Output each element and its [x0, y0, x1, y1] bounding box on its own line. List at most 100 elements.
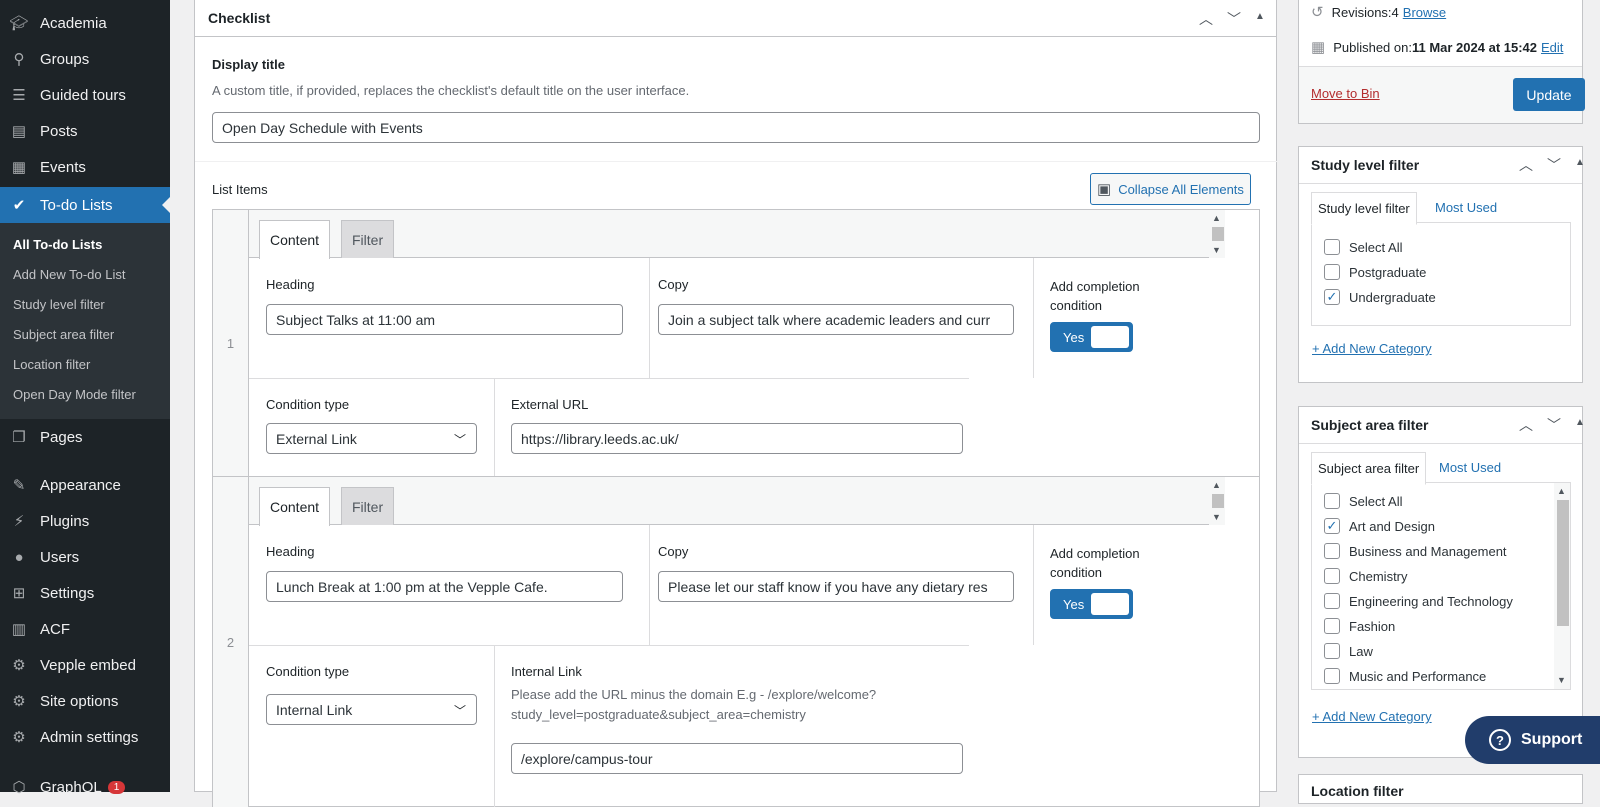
- scroll-up-icon[interactable]: ▲: [1212, 213, 1221, 223]
- scroll-down-icon[interactable]: ▼: [1557, 675, 1566, 685]
- completion-toggle[interactable]: Yes: [1050, 589, 1133, 619]
- scroll-up-icon[interactable]: ▲: [1557, 486, 1566, 496]
- tab-content[interactable]: Content: [259, 487, 331, 526]
- submenu-open-day-mode[interactable]: Open Day Mode filter: [13, 387, 136, 402]
- submenu-location[interactable]: Location filter: [13, 357, 90, 372]
- sidebar-item-plugins[interactable]: ⚡︎ Plugins: [0, 503, 170, 539]
- row-number[interactable]: 2: [213, 477, 249, 807]
- checkbox[interactable]: [1324, 593, 1340, 609]
- row-number[interactable]: 1: [213, 210, 249, 476]
- sidebar-item-appearance[interactable]: ✎ Appearance: [0, 467, 170, 503]
- move-to-bin-link[interactable]: Move to Bin: [1311, 86, 1380, 101]
- subject-area-scrollbar[interactable]: ▲ ▼: [1554, 483, 1570, 689]
- heading-input[interactable]: Subject Talks at 11:00 am: [266, 304, 623, 335]
- sidebar-item-acf[interactable]: ▥ ACF: [0, 611, 170, 647]
- sidebar-item-vepple-embed[interactable]: ⚙ Vepple embed: [0, 647, 170, 683]
- copy-input[interactable]: Join a subject talk where academic leade…: [658, 304, 1014, 335]
- sidebar-item-graphql[interactable]: ⬡ GraphQL 1: [0, 769, 170, 805]
- plug-icon: ⚡︎: [13, 513, 25, 530]
- scroll-thumb[interactable]: [1212, 494, 1224, 508]
- external-url-input[interactable]: https://library.leeds.ac.uk/: [511, 423, 963, 454]
- checkbox[interactable]: [1324, 568, 1340, 584]
- subject-area-box: Subject area filter ︿ ﹀ ▲ Subject area f…: [1298, 406, 1585, 758]
- graphql-icon: ⬡: [12, 779, 26, 796]
- scroll-thumb[interactable]: [1212, 227, 1224, 241]
- browse-link[interactable]: Browse: [1403, 5, 1446, 20]
- toggle-knob: [1091, 593, 1129, 615]
- scroll-up-icon[interactable]: ▲: [1212, 480, 1221, 490]
- scroll-down-icon[interactable]: ▼: [1212, 512, 1221, 522]
- checkbox-business[interactable]: Business and Management: [1324, 543, 1507, 559]
- sidebar-item-todo-lists[interactable]: ✔ To-do Lists: [0, 187, 170, 223]
- row-scrollbar[interactable]: ▲ ▼: [1209, 477, 1225, 525]
- sidebar-item-label: Appearance: [40, 476, 121, 494]
- move-up-icon[interactable]: ︿: [1519, 415, 1533, 435]
- add-new-category-link[interactable]: + Add New Category: [1312, 341, 1432, 356]
- sidebar-item-site-options[interactable]: ⚙ Site options: [0, 683, 170, 719]
- scroll-down-icon[interactable]: ▼: [1212, 245, 1221, 255]
- display-title-input[interactable]: Open Day Schedule with Events: [212, 112, 1260, 143]
- checkbox-label: Select All: [1349, 493, 1403, 509]
- checkbox[interactable]: [1324, 264, 1340, 280]
- sidebar-item-posts[interactable]: ▤ Posts: [0, 113, 170, 149]
- heading-input[interactable]: Lunch Break at 1:00 pm at the Vepple Caf…: [266, 571, 623, 602]
- submenu-subject-area[interactable]: Subject area filter: [13, 327, 114, 342]
- checkbox[interactable]: ✓: [1324, 518, 1340, 534]
- tab-most-used[interactable]: Most Used: [1433, 452, 1507, 483]
- move-up-icon[interactable]: ︿: [1519, 155, 1533, 175]
- move-down-icon[interactable]: ﹀: [1547, 155, 1561, 175]
- checkbox[interactable]: [1324, 668, 1340, 684]
- checkbox[interactable]: ✓: [1324, 289, 1340, 305]
- condition-type-select[interactable]: External Link ﹀: [266, 423, 477, 454]
- checkbox-select-all[interactable]: Select All: [1324, 493, 1402, 509]
- checkbox-fashion[interactable]: Fashion: [1324, 618, 1395, 634]
- submenu-add-new[interactable]: Add New To-do List: [13, 267, 126, 282]
- checkbox-chemistry[interactable]: Chemistry: [1324, 568, 1408, 584]
- condition-type-select[interactable]: Internal Link ﹀: [266, 694, 477, 725]
- internal-link-input[interactable]: /explore/campus-tour: [511, 743, 963, 774]
- tab-most-used[interactable]: Most Used: [1429, 192, 1503, 223]
- completion-toggle[interactable]: Yes: [1050, 322, 1133, 352]
- checkbox[interactable]: [1324, 543, 1340, 559]
- tab-content[interactable]: Content: [259, 220, 331, 259]
- checkbox[interactable]: [1324, 493, 1340, 509]
- row-scrollbar[interactable]: ▲ ▼: [1209, 210, 1225, 258]
- toggle-panel-icon[interactable]: ▲: [1255, 9, 1265, 29]
- tab-filter[interactable]: Filter: [341, 487, 395, 525]
- sidebar-item-settings[interactable]: ⊞ Settings: [0, 575, 170, 611]
- scroll-thumb[interactable]: [1557, 500, 1569, 626]
- checkbox[interactable]: [1324, 618, 1340, 634]
- checkbox-undergraduate[interactable]: ✓ Undergraduate: [1324, 289, 1436, 305]
- sidebar-item-groups[interactable]: ⚲ Groups: [0, 41, 170, 77]
- move-down-icon[interactable]: ﹀: [1227, 9, 1241, 29]
- tab-filter[interactable]: Filter: [341, 220, 395, 258]
- toggle-panel-icon[interactable]: ▲: [1575, 155, 1585, 175]
- tab-all-subject-areas[interactable]: Subject area filter: [1311, 452, 1427, 485]
- sidebar-item-admin-settings[interactable]: ⚙ Admin settings: [0, 719, 170, 755]
- checkbox-engineering[interactable]: Engineering and Technology: [1324, 593, 1513, 609]
- support-button[interactable]: ? Support: [1465, 716, 1600, 764]
- move-up-icon[interactable]: ︿: [1199, 9, 1213, 29]
- checkbox-select-all[interactable]: Select All: [1324, 239, 1402, 255]
- move-down-icon[interactable]: ﹀: [1547, 415, 1561, 435]
- checkbox-law[interactable]: Law: [1324, 643, 1373, 659]
- sidebar-item-pages[interactable]: ❐ Pages: [0, 419, 170, 455]
- checkbox-art-and-design[interactable]: ✓ Art and Design: [1324, 518, 1435, 534]
- tab-all-study-levels[interactable]: Study level filter: [1311, 192, 1417, 225]
- checkbox-postgraduate[interactable]: Postgraduate: [1324, 264, 1426, 280]
- checkbox[interactable]: [1324, 239, 1340, 255]
- sidebar-item-academia[interactable]: 🎓︎ Academia: [0, 5, 170, 41]
- toggle-panel-icon[interactable]: ▲: [1575, 415, 1585, 435]
- submenu-all-todo-lists[interactable]: All To-do Lists: [13, 237, 102, 252]
- checkbox-music[interactable]: Music and Performance: [1324, 668, 1486, 684]
- checkbox[interactable]: [1324, 643, 1340, 659]
- edit-date-link[interactable]: Edit: [1541, 40, 1563, 55]
- sidebar-item-events[interactable]: ▦ Events: [0, 149, 170, 185]
- collapse-all-button[interactable]: ▣ Collapse All Elements: [1090, 173, 1251, 205]
- submenu-study-level[interactable]: Study level filter: [13, 297, 105, 312]
- update-button[interactable]: Update: [1513, 78, 1585, 111]
- add-new-category-link[interactable]: + Add New Category: [1312, 709, 1432, 724]
- sidebar-item-guided-tours[interactable]: ☰ Guided tours: [0, 77, 170, 113]
- copy-input[interactable]: Please let our staff know if you have an…: [658, 571, 1014, 602]
- sidebar-item-users[interactable]: ● Users: [0, 539, 170, 575]
